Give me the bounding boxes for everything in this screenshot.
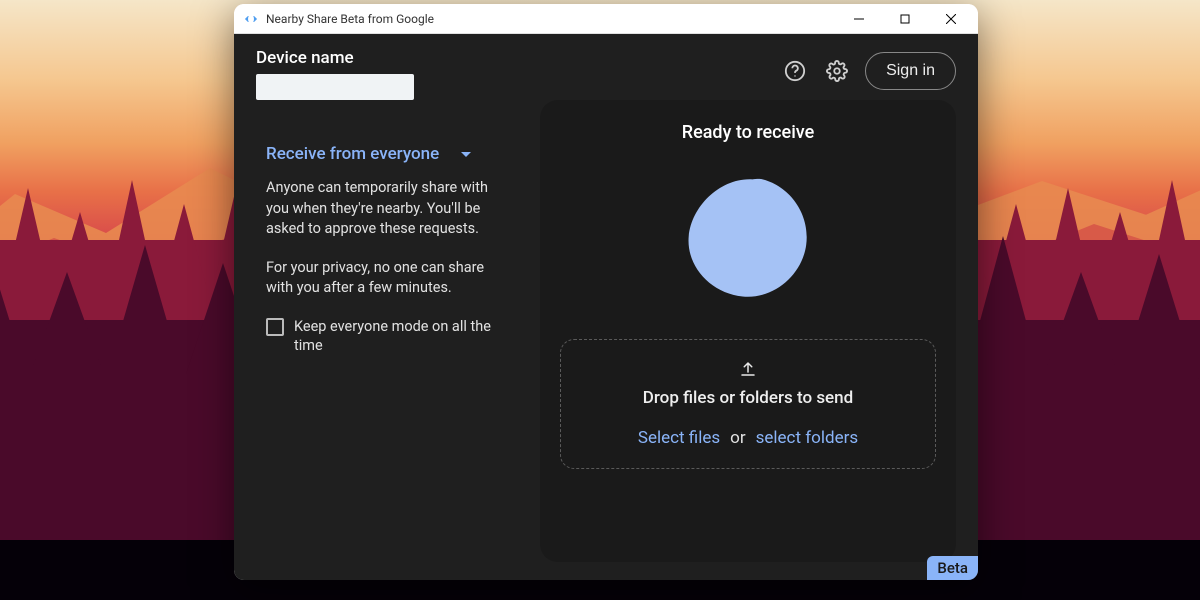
receive-mode-dropdown[interactable]: Receive from everyone — [256, 144, 518, 164]
gear-icon[interactable] — [823, 57, 851, 85]
receive-mode-label: Receive from everyone — [266, 144, 439, 164]
checkbox-icon — [266, 318, 284, 336]
select-folders-link[interactable]: select folders — [756, 428, 859, 448]
device-name-label: Device name — [256, 48, 414, 68]
upload-icon — [739, 360, 757, 382]
ready-heading: Ready to receive — [682, 122, 815, 143]
chevron-down-icon — [461, 152, 471, 157]
app-window: Nearby Share Beta from Google Device nam… — [234, 4, 978, 580]
window-title: Nearby Share Beta from Google — [266, 12, 836, 26]
window-minimize-button[interactable] — [836, 4, 882, 34]
help-icon[interactable] — [781, 57, 809, 85]
device-avatar-blob — [683, 171, 813, 301]
beta-badge: Beta — [927, 556, 978, 580]
main-panel: Ready to receive Drop files or folders t… — [540, 100, 956, 562]
drop-zone[interactable]: Drop files or folders to send Select fil… — [560, 339, 936, 469]
receive-mode-description-1: Anyone can temporarily share with you wh… — [256, 178, 518, 240]
sign-in-button[interactable]: Sign in — [865, 52, 956, 90]
window-titlebar[interactable]: Nearby Share Beta from Google — [234, 4, 978, 34]
keep-everyone-mode-checkbox[interactable]: Keep everyone mode on all the time — [256, 317, 518, 356]
drop-zone-label: Drop files or folders to send — [643, 388, 853, 408]
window-maximize-button[interactable] — [882, 4, 928, 34]
or-text: or — [730, 428, 745, 448]
app-icon — [244, 12, 258, 26]
window-close-button[interactable] — [928, 4, 974, 34]
receive-mode-description-2: For your privacy, no one can share with … — [256, 258, 518, 299]
checkbox-label: Keep everyone mode on all the time — [294, 317, 508, 356]
select-files-link[interactable]: Select files — [638, 428, 720, 448]
device-name-input[interactable] — [256, 74, 414, 100]
